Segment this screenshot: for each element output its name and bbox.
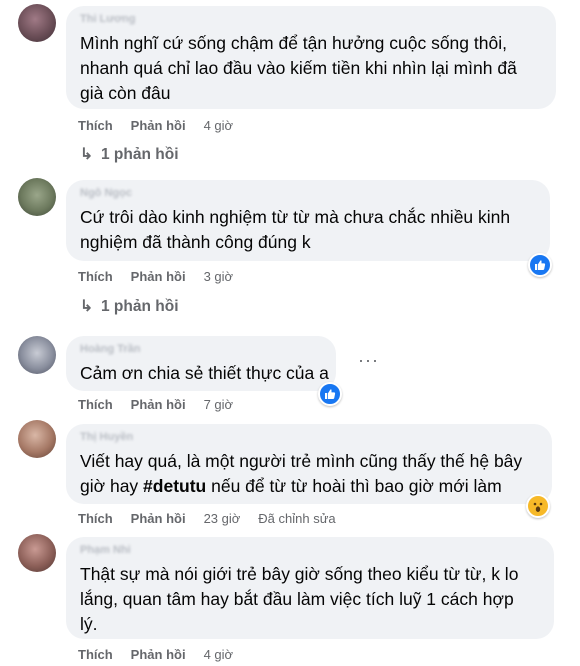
comment-author[interactable]: Hoàng Trần <box>80 343 141 355</box>
comment-actions: Thích Phản hồi 7 giờ <box>78 397 251 412</box>
timestamp[interactable]: 3 giờ <box>204 269 234 284</box>
comment-author[interactable]: Thị Huyền <box>80 431 133 443</box>
avatar[interactable] <box>18 420 56 458</box>
reply-button[interactable]: Phản hồi <box>131 511 186 526</box>
comment-text-part: nếu để từ từ hoài thì bao giờ mới làm <box>206 476 502 496</box>
comment-bubble: Ngô Ngọc Cứ trôi dào kinh nghiệm từ từ m… <box>66 180 550 261</box>
reply-button[interactable]: Phản hồi <box>131 118 186 133</box>
reply-button[interactable]: Phản hồi <box>131 269 186 284</box>
comment-author[interactable]: Ngô Ngọc <box>80 187 132 199</box>
like-icon[interactable] <box>528 253 552 277</box>
comment-text: Thật sự mà nói giới trẻ bây giờ sống the… <box>80 564 519 634</box>
comment-bubble: Hoàng Trần Cảm ơn chia sẻ thiết thực của… <box>66 336 336 391</box>
more-options-button[interactable]: ··· <box>358 350 379 371</box>
wow-icon[interactable] <box>526 494 550 518</box>
comment-actions: Thích Phản hồi 4 giờ <box>78 118 251 133</box>
timestamp[interactable]: 7 giờ <box>204 397 234 412</box>
avatar[interactable] <box>18 534 56 572</box>
avatar[interactable] <box>18 336 56 374</box>
comment-actions: Thích Phản hồi 4 giờ <box>78 647 251 662</box>
avatar[interactable] <box>18 178 56 216</box>
comment-actions: Thích Phản hồi 23 giờ Đã chỉnh sửa <box>78 511 354 526</box>
comment-author[interactable]: Phạm Nhi <box>80 544 131 556</box>
comment-bubble: Thị Huyền Viết hay quá, là một người trẻ… <box>66 424 552 504</box>
replies-count: 1 phản hồi <box>101 146 179 163</box>
like-button[interactable]: Thích <box>78 269 113 284</box>
like-button[interactable]: Thích <box>78 397 113 412</box>
replies-count: 1 phản hồi <box>101 298 179 315</box>
comment-text: Cảm ơn chia sẻ thiết thực của a <box>80 363 329 383</box>
comment-author[interactable]: Thi Lương <box>80 13 136 25</box>
view-replies-link[interactable]: ↳ 1 phản hồi <box>80 297 179 316</box>
like-icon[interactable] <box>318 382 342 406</box>
like-button[interactable]: Thích <box>78 511 113 526</box>
view-replies-link[interactable]: ↳ 1 phản hồi <box>80 145 179 164</box>
reply-arrow-icon: ↳ <box>80 298 93 315</box>
timestamp[interactable]: 23 giờ <box>204 511 241 526</box>
comment-text: Cứ trôi dào kinh nghiệm từ từ mà chưa ch… <box>80 207 511 252</box>
like-button[interactable]: Thích <box>78 647 113 662</box>
reply-button[interactable]: Phản hồi <box>131 397 186 412</box>
reply-arrow-icon: ↳ <box>80 146 93 163</box>
comment-text: Viết hay quá, là một người trẻ mình cũng… <box>80 449 522 499</box>
reply-button[interactable]: Phản hồi <box>131 647 186 662</box>
comment-bubble: Thi Lương Mình nghĩ cứ sống chậm để tận … <box>66 6 556 109</box>
comment-actions: Thích Phản hồi 3 giờ <box>78 269 251 284</box>
avatar[interactable] <box>18 4 56 42</box>
timestamp[interactable]: 4 giờ <box>204 118 234 133</box>
comment-text: Mình nghĩ cứ sống chậm để tận hưởng cuộc… <box>80 33 517 103</box>
comment-bubble: Phạm Nhi Thật sự mà nói giới trẻ bây giờ… <box>66 537 554 639</box>
edited-label: Đã chỉnh sửa <box>258 511 336 526</box>
timestamp[interactable]: 4 giờ <box>204 647 234 662</box>
like-button[interactable]: Thích <box>78 118 113 133</box>
hashtag-link[interactable]: #detutu <box>143 476 206 496</box>
